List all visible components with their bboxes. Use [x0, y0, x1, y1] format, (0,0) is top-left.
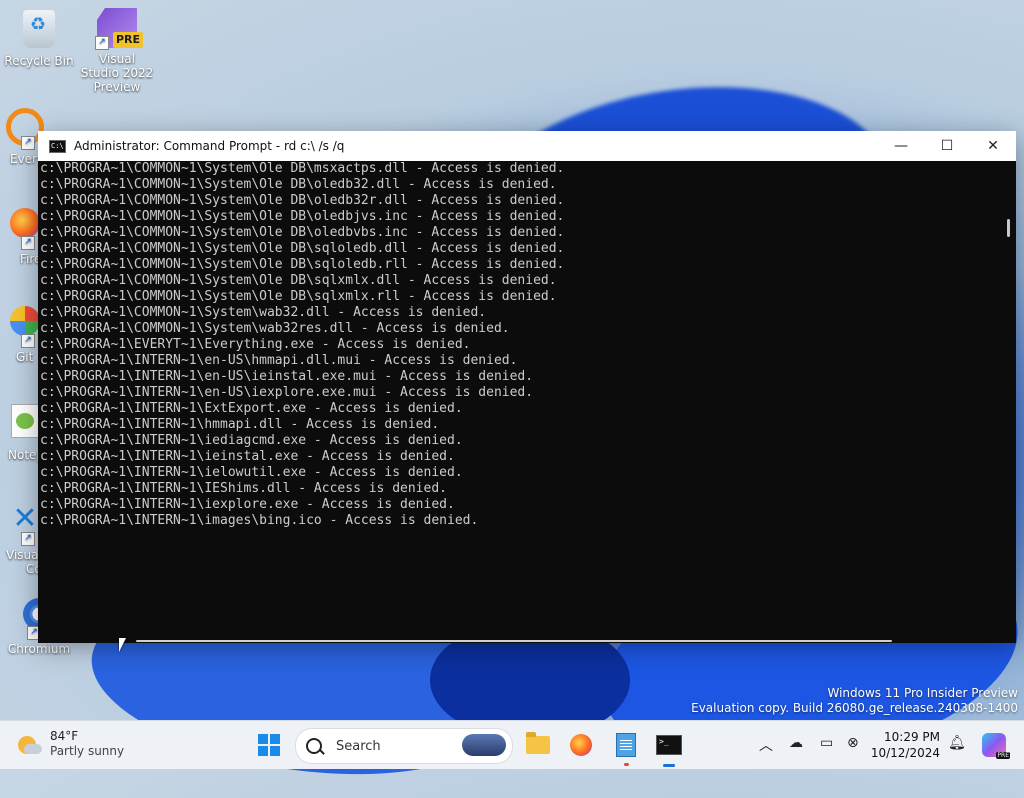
- cloud-off-icon[interactable]: ☁: [789, 735, 803, 751]
- partly-sunny-icon: [18, 732, 42, 756]
- console-line: c:\PROGRA~1\INTERN~1\en-US\ieinstal.exe.…: [40, 369, 534, 384]
- search-highlight-image: [462, 734, 506, 756]
- console-line: c:\PROGRA~1\COMMON~1\System\Ole DB\msxac…: [40, 161, 565, 176]
- console-line: c:\PROGRA~1\INTERN~1\en-US\iexplore.exe.…: [40, 385, 534, 400]
- console-line: c:\PROGRA~1\COMMON~1\System\Ole DB\oledb…: [40, 225, 565, 240]
- preview-badge: PRE: [112, 32, 143, 48]
- minimize-button[interactable]: —: [878, 131, 924, 161]
- console-line: c:\PROGRA~1\INTERN~1\ExtExport.exe - Acc…: [40, 401, 463, 416]
- vertical-scroll-thumb[interactable]: [1007, 219, 1010, 237]
- start-button[interactable]: [253, 729, 285, 761]
- taskbar-search-box[interactable]: Search: [295, 728, 513, 764]
- console-line: c:\PROGRA~1\INTERN~1\iexplore.exe - Acce…: [40, 497, 455, 512]
- clock-time: 10:29 PM: [884, 730, 940, 744]
- watermark-build: Evaluation copy. Build 26080.ge_release.…: [691, 701, 1018, 715]
- visual-studio-icon: PRE ↗: [95, 8, 143, 50]
- console-line: c:\PROGRA~1\COMMON~1\System\wab32res.dll…: [40, 321, 510, 336]
- desktop-icon-label: Chromium: [7, 642, 71, 656]
- console-output[interactable]: c:\PROGRA~1\COMMON~1\System\Ole DB\msxac…: [38, 161, 1000, 641]
- taskbar-notepad[interactable]: [610, 729, 642, 766]
- console-line: c:\PROGRA~1\COMMON~1\System\wab32.dll - …: [40, 305, 487, 320]
- weather-temperature: 84°F: [50, 729, 79, 743]
- taskbar-firefox[interactable]: [565, 729, 597, 761]
- desktop-icon-recycle-bin[interactable]: Recycle Bin: [2, 10, 76, 68]
- desktop-icon-label: Visual Studio 2022 Preview: [80, 52, 154, 94]
- maximize-button[interactable]: ☐: [924, 131, 970, 161]
- search-icon: [306, 738, 322, 754]
- console-line: c:\PROGRA~1\COMMON~1\System\Ole DB\oledb…: [40, 193, 565, 208]
- network-icon[interactable]: ▭: [820, 735, 833, 751]
- folder-icon: [526, 732, 550, 754]
- volume-muted-icon[interactable]: ⊗: [847, 735, 859, 751]
- console-line: c:\PROGRA~1\INTERN~1\ielowutil.exe - Acc…: [40, 465, 463, 480]
- window-title: Administrator: Command Prompt - rd c:\ /…: [74, 139, 345, 153]
- shortcut-arrow-icon: ↗: [95, 36, 109, 50]
- running-indicator: [624, 763, 629, 766]
- horizontal-scroll-thumb[interactable]: [136, 640, 892, 642]
- watermark-edition: Windows 11 Pro Insider Preview: [827, 686, 1018, 700]
- console-line: c:\PROGRA~1\EVERYT~1\Everything.exe - Ac…: [40, 337, 471, 352]
- system-clock[interactable]: 10:29 PM 10/12/2024: [871, 729, 940, 761]
- shortcut-arrow-icon: ↗: [21, 136, 35, 150]
- clock-date: 10/12/2024: [870, 746, 940, 760]
- mouse-pointer: [119, 638, 126, 652]
- taskbar-command-prompt[interactable]: >_: [653, 729, 685, 767]
- weather-widget[interactable]: 84°F Partly sunny: [18, 729, 124, 759]
- console-line: c:\PROGRA~1\INTERN~1\iediagcmd.exe - Acc…: [40, 433, 463, 448]
- shortcut-arrow-icon: ↗: [21, 334, 35, 348]
- taskbar: 84°F Partly sunny Search >_ ︿ ☁ ▭ ⊗ 10:2…: [0, 720, 1024, 769]
- evaluation-watermark: Windows 11 Pro Insider Preview Evaluatio…: [691, 686, 1018, 716]
- close-button[interactable]: ✕: [970, 131, 1016, 161]
- firefox-icon: [570, 734, 592, 756]
- desktop-icon-label: Recycle Bin: [4, 54, 74, 68]
- console-line: c:\PROGRA~1\INTERN~1\ieinstal.exe - Acce…: [40, 449, 455, 464]
- console-line: c:\PROGRA~1\INTERN~1\IEShims.dll - Acces…: [40, 481, 447, 496]
- console-line: c:\PROGRA~1\INTERN~1\en-US\hmmapi.dll.mu…: [40, 353, 518, 368]
- recycle-bin-icon: [19, 10, 59, 50]
- console-line: c:\PROGRA~1\INTERN~1\images\bing.ico - A…: [40, 513, 479, 528]
- terminal-icon: >_: [656, 735, 682, 755]
- copilot-icon[interactable]: PRE: [982, 733, 1010, 759]
- console-line: c:\PROGRA~1\COMMON~1\System\Ole DB\oledb…: [40, 177, 557, 192]
- window-titlebar[interactable]: C:\ Administrator: Command Prompt - rd c…: [38, 131, 1016, 161]
- taskbar-file-explorer[interactable]: [522, 729, 554, 761]
- console-line: c:\PROGRA~1\COMMON~1\System\Ole DB\oledb…: [40, 209, 565, 224]
- shortcut-arrow-icon: ↗: [21, 236, 35, 250]
- notepad-icon: [616, 733, 636, 757]
- console-line: c:\PROGRA~1\COMMON~1\System\Ole DB\sqlxm…: [40, 289, 557, 304]
- chevron-up-icon[interactable]: ︿: [759, 735, 773, 755]
- shortcut-arrow-icon: ↗: [21, 532, 35, 546]
- search-placeholder: Search: [336, 738, 381, 754]
- horizontal-scrollbar[interactable]: [38, 639, 1016, 643]
- notification-bell-icon[interactable]: 🔔︎: [948, 735, 966, 751]
- console-line: c:\PROGRA~1\COMMON~1\System\Ole DB\sqlol…: [40, 241, 565, 256]
- console-line: c:\PROGRA~1\INTERN~1\hmmapi.dll - Access…: [40, 417, 440, 432]
- console-line: c:\PROGRA~1\COMMON~1\System\Ole DB\sqlol…: [40, 257, 565, 272]
- windows-logo-icon: [258, 734, 280, 756]
- active-indicator: [663, 764, 675, 767]
- weather-condition: Partly sunny: [50, 744, 125, 758]
- desktop-icon-visual-studio[interactable]: PRE ↗ Visual Studio 2022 Preview: [80, 8, 154, 94]
- console-line: c:\PROGRA~1\COMMON~1\System\Ole DB\sqlxm…: [40, 273, 557, 288]
- cmd-app-icon: C:\: [49, 139, 66, 153]
- vertical-scrollbar[interactable]: [998, 161, 1016, 641]
- command-prompt-window[interactable]: C:\ Administrator: Command Prompt - rd c…: [38, 131, 1016, 643]
